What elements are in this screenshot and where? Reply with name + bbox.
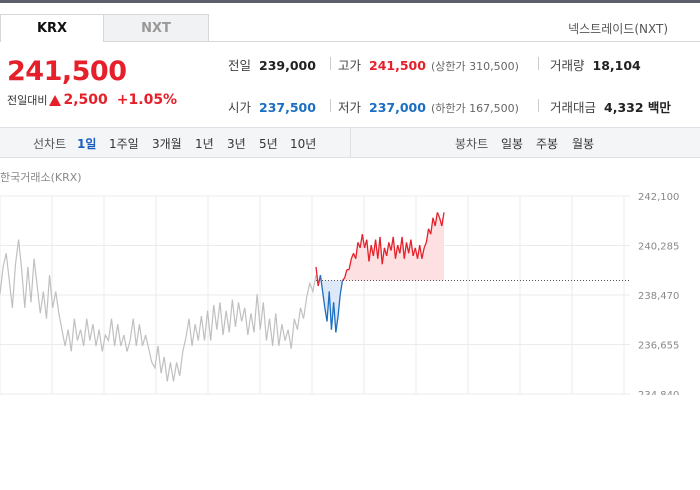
candle-weekly-button[interactable]: 주봉	[536, 135, 558, 152]
change-percent: +1.05%	[116, 92, 178, 108]
tabs-divider	[209, 41, 700, 42]
stat-value: 241,500	[369, 58, 426, 73]
stat-value: 4,332 백만	[604, 100, 671, 115]
chart-toolbar: 선차트 1일 1주일 3개월 1년 3년 5년 10년 봉차트 일봉 주봉 월봉	[0, 127, 700, 158]
y-axis-ticks: 242,100 240,285 238,470 236,655 234,840	[638, 192, 679, 395]
y-tick-label: 236,655	[638, 341, 679, 352]
market-tabs: KRX NXT	[0, 14, 209, 42]
divider	[538, 99, 539, 112]
divider	[538, 57, 539, 70]
chart-lines	[0, 212, 630, 382]
period-1d-button[interactable]: 1일	[77, 135, 96, 152]
chart-grid	[0, 195, 630, 395]
nxt-market-label: 넥스트레이드(NXT)	[568, 22, 668, 36]
period-3m-button[interactable]: 3개월	[152, 135, 182, 152]
stat-value: 18,104	[592, 58, 641, 73]
y-tick-label: 242,100	[638, 192, 679, 203]
stat-label: 전일	[228, 58, 252, 73]
candle-daily-button[interactable]: 일봉	[501, 135, 523, 152]
prev-day-series-line	[0, 239, 317, 382]
toolbar-divider	[350, 128, 351, 158]
stat-label: 고가	[338, 58, 362, 73]
chart-title: 한국거래소(KRX)	[0, 171, 82, 184]
period-10y-button[interactable]: 10년	[290, 135, 316, 152]
stat-high: 고가 241,500 (상한가 310,500)	[338, 55, 519, 74]
stat-label: 저가	[338, 100, 362, 115]
stat-volume: 거래량 18,104	[550, 55, 641, 74]
y-tick-label: 238,470	[638, 291, 679, 302]
price-change: 전일대비 2,500 +1.05%	[7, 92, 177, 108]
stat-value: 237,500	[259, 100, 316, 115]
period-1y-button[interactable]: 1년	[195, 135, 214, 152]
period-5y-button[interactable]: 5년	[259, 135, 278, 152]
stat-sub: (하한가 167,500)	[430, 102, 519, 115]
line-chart-label: 선차트	[33, 137, 67, 151]
candle-monthly-button[interactable]: 월봉	[572, 135, 594, 152]
period-3y-button[interactable]: 3년	[227, 135, 246, 152]
divider	[330, 99, 331, 112]
tab-nxt[interactable]: NXT	[104, 14, 209, 42]
stat-amount: 거래대금 4,332 백만	[550, 97, 671, 116]
candle-chart-label: 봉차트	[455, 137, 489, 151]
stat-low: 저가 237,000 (하한가 167,500)	[338, 97, 519, 116]
stat-label: 거래대금	[550, 100, 597, 115]
divider	[330, 57, 331, 70]
stat-open: 시가 237,500	[228, 97, 316, 116]
stat-value: 239,000	[259, 58, 316, 73]
up-triangle-icon	[49, 94, 62, 106]
change-label: 전일대비	[7, 94, 48, 107]
stat-sub: (상한가 310,500)	[430, 60, 519, 73]
stat-prev-close: 전일 239,000	[228, 55, 316, 74]
tab-krx[interactable]: KRX	[0, 14, 104, 42]
stat-label: 거래량	[550, 58, 585, 73]
price-chart: 242,100 240,285 238,470 236,655 234,840	[0, 192, 679, 395]
y-tick-label: 234,840	[638, 390, 679, 395]
period-1w-button[interactable]: 1주일	[109, 135, 139, 152]
top-border	[0, 0, 700, 3]
y-tick-label: 240,285	[638, 242, 679, 253]
current-price: 241,500	[7, 56, 127, 87]
change-amount: 2,500	[63, 92, 108, 108]
chart-areas	[316, 212, 444, 333]
stat-value: 237,000	[369, 100, 426, 115]
stat-label: 시가	[228, 100, 252, 115]
